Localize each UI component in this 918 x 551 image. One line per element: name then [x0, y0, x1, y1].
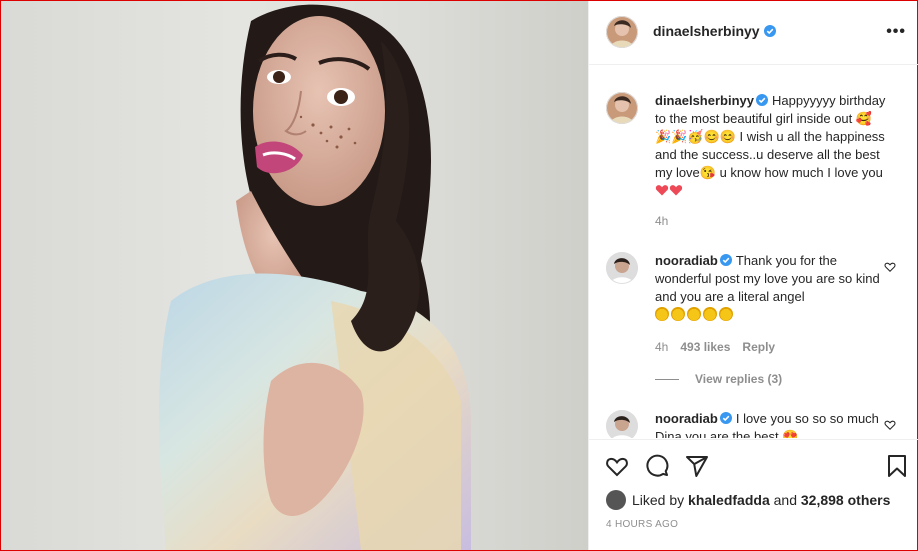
- commenter-avatar[interactable]: [606, 410, 638, 438]
- star-struck-emoji: [703, 307, 717, 321]
- star-struck-emoji: [655, 307, 669, 321]
- post-details-panel: dinaelsherbinyy ••• dinaelsherbinyy Happy…: [588, 1, 918, 551]
- verified-badge-icon: [763, 25, 776, 37]
- comment-time[interactable]: 4h: [655, 340, 668, 354]
- liked-by-count[interactable]: 32,898 others: [801, 492, 891, 508]
- post-timestamp[interactable]: 4 HOURS AGO: [606, 519, 678, 530]
- red-heart-icon: [655, 185, 669, 196]
- caption-author-avatar[interactable]: [606, 92, 638, 124]
- comment-icon[interactable]: [645, 454, 669, 478]
- liked-by-prefix: Liked by: [632, 492, 685, 508]
- commenter-username[interactable]: nooradiab: [655, 411, 718, 426]
- verified-badge-icon: [755, 94, 768, 106]
- portrait-illustration: [159, 4, 471, 550]
- likes-summary: Liked by khaledfadda and 32,898 others: [606, 490, 890, 510]
- liker-avatar[interactable]: [606, 490, 626, 510]
- more-options-icon[interactable]: •••: [886, 23, 906, 41]
- post-header: dinaelsherbinyy •••: [589, 1, 918, 65]
- star-struck-emoji: [687, 307, 701, 321]
- verified-badge-icon: [719, 254, 732, 266]
- replies-divider-line: [655, 379, 679, 381]
- commenter-username[interactable]: nooradiab: [655, 253, 718, 268]
- post-photo[interactable]: [1, 1, 588, 550]
- caption-text: dinaelsherbinyy Happyyyyy birthday to the…: [655, 92, 887, 200]
- comment-like-icon[interactable]: [884, 419, 896, 431]
- caption-username[interactable]: dinaelsherbinyy: [655, 93, 754, 108]
- verified-badge-icon: [719, 412, 732, 424]
- comments-list[interactable]: dinaelsherbinyy Happyyyyy birthday to the…: [589, 66, 918, 438]
- author-avatar[interactable]: [606, 16, 638, 48]
- red-heart-icon: [669, 185, 683, 196]
- author-username[interactable]: dinaelsherbinyy: [653, 23, 776, 39]
- commenter-avatar[interactable]: [606, 252, 638, 284]
- star-struck-emoji: [671, 307, 685, 321]
- comment-text: nooradiab Thank you for the wonderful pos…: [655, 252, 887, 324]
- comment-likes[interactable]: 493 likes: [680, 340, 730, 354]
- view-replies-button[interactable]: View replies (3): [655, 372, 782, 386]
- caption-time[interactable]: 4h: [655, 214, 668, 228]
- share-icon[interactable]: [685, 454, 709, 478]
- author-username-text[interactable]: dinaelsherbinyy: [653, 23, 760, 39]
- liked-by-user[interactable]: khaledfadda: [688, 492, 770, 508]
- comment-like-icon[interactable]: [884, 261, 896, 273]
- comment-text: nooradiab I love you so so so much Dina y…: [655, 410, 887, 438]
- liked-by-and: and: [773, 492, 797, 508]
- post-actions: Liked by khaledfadda and 32,898 others 4…: [589, 439, 918, 551]
- heart-icon[interactable]: [605, 454, 629, 478]
- reply-button[interactable]: Reply: [742, 340, 775, 354]
- caption-meta: 4h: [655, 214, 680, 228]
- view-replies-label[interactable]: View replies (3): [695, 372, 782, 386]
- star-struck-emoji: [719, 307, 733, 321]
- comment-meta: 4h 493 likes Reply: [655, 340, 787, 354]
- bookmark-icon[interactable]: [885, 454, 909, 478]
